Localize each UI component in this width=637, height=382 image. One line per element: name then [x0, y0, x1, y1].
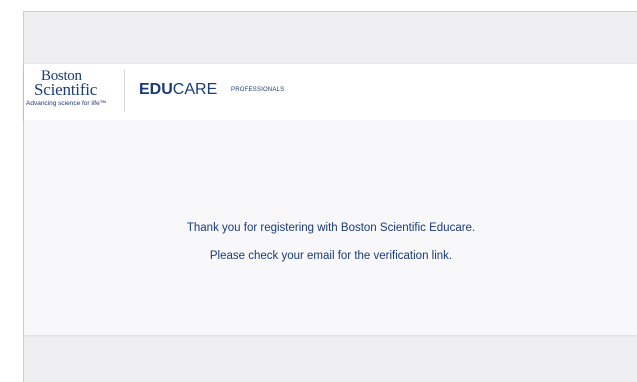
logo-tagline: Advancing science for life™ — [26, 100, 107, 107]
header-divider — [124, 70, 125, 112]
page-viewport: Boston Scientific Advancing science for … — [23, 11, 637, 382]
boston-scientific-logo[interactable]: Boston Scientific Advancing science for … — [26, 68, 122, 116]
brand-edu: EDU — [139, 81, 173, 98]
brand-care: CARE — [172, 81, 218, 98]
logo-text-scientific: Scientific — [34, 80, 98, 99]
brand-professionals: PROFESSIONALS — [231, 87, 285, 93]
verification-instruction-message: Please check your email for the verifica… — [209, 250, 453, 262]
confirmation-panel: Thank you for registering with Boston Sc… — [24, 120, 637, 335]
registration-thank-you-message: Thank you for registering with Boston Sc… — [186, 222, 476, 234]
browser-frame: Boston Scientific Advancing science for … — [0, 0, 637, 382]
site-header: Boston Scientific Advancing science for … — [24, 64, 637, 120]
educare-brand[interactable]: EDUCARE — [139, 80, 217, 100]
